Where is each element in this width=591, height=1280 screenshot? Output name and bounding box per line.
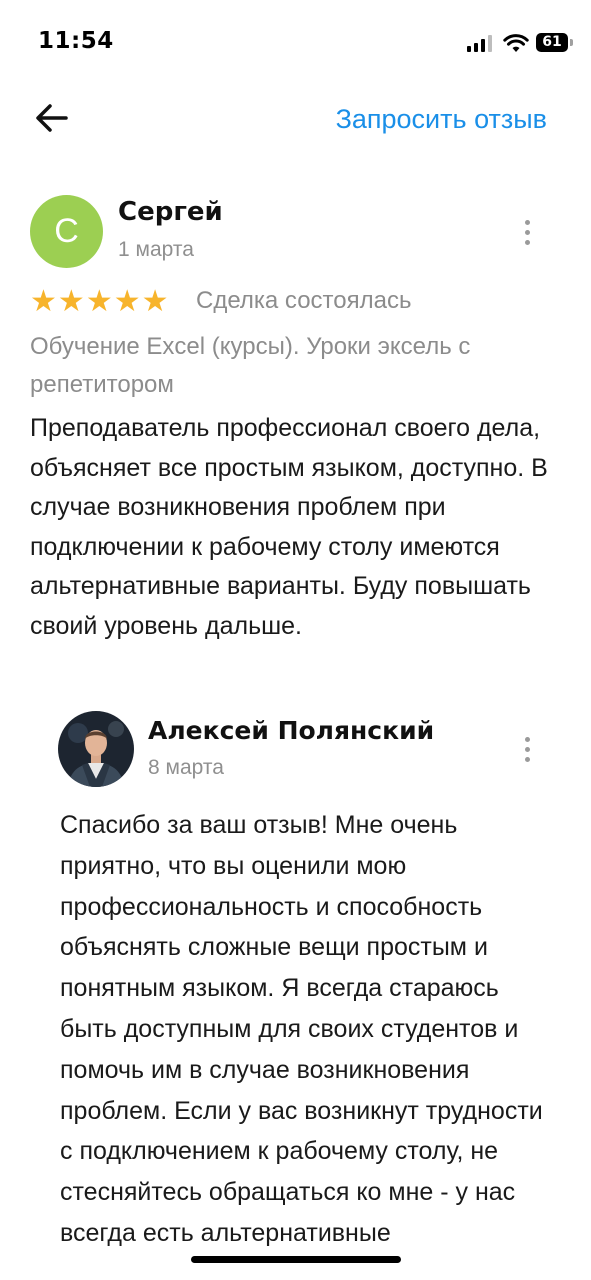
reply-author-name: Алексей Полянский	[148, 716, 435, 745]
star-icon: ★	[141, 284, 169, 319]
back-arrow-icon[interactable]	[30, 96, 74, 140]
reviewer-avatar: С	[30, 195, 103, 268]
battery-icon: 61	[536, 33, 573, 52]
signal-icon	[467, 34, 495, 52]
reply-date: 8 марта	[148, 756, 224, 779]
reply-text: Спасибо за ваш отзыв! Мне очень приятно,…	[60, 811, 543, 1247]
reply-more-icon[interactable]	[522, 735, 532, 765]
review-more-icon[interactable]	[522, 218, 532, 248]
status-bar: 11:54 61	[0, 0, 591, 80]
request-review-link[interactable]: Запросить отзыв	[336, 104, 547, 135]
star-icon: ★	[113, 284, 141, 319]
review-text: Преподаватель профессионал своего дела, …	[30, 414, 548, 640]
home-indicator[interactable]	[191, 1256, 401, 1263]
wifi-icon	[503, 34, 529, 52]
reply-author-avatar	[58, 711, 134, 787]
service-title[interactable]: Обучение Excel (курсы). Уроки эксель с р…	[30, 328, 570, 404]
star-icon: ★	[85, 284, 113, 319]
rating-stars: ★ ★ ★ ★ ★	[30, 287, 169, 317]
review-screen: 11:54 61 Запросить отзыв С Сергей 1 март…	[0, 0, 591, 1280]
deal-status: Сделка состоялась	[196, 287, 412, 314]
status-time: 11:54	[38, 28, 114, 54]
star-icon: ★	[57, 284, 85, 319]
reviewer-name: Сергей	[118, 197, 223, 227]
star-icon: ★	[30, 284, 57, 319]
review-date: 1 марта	[118, 238, 194, 261]
